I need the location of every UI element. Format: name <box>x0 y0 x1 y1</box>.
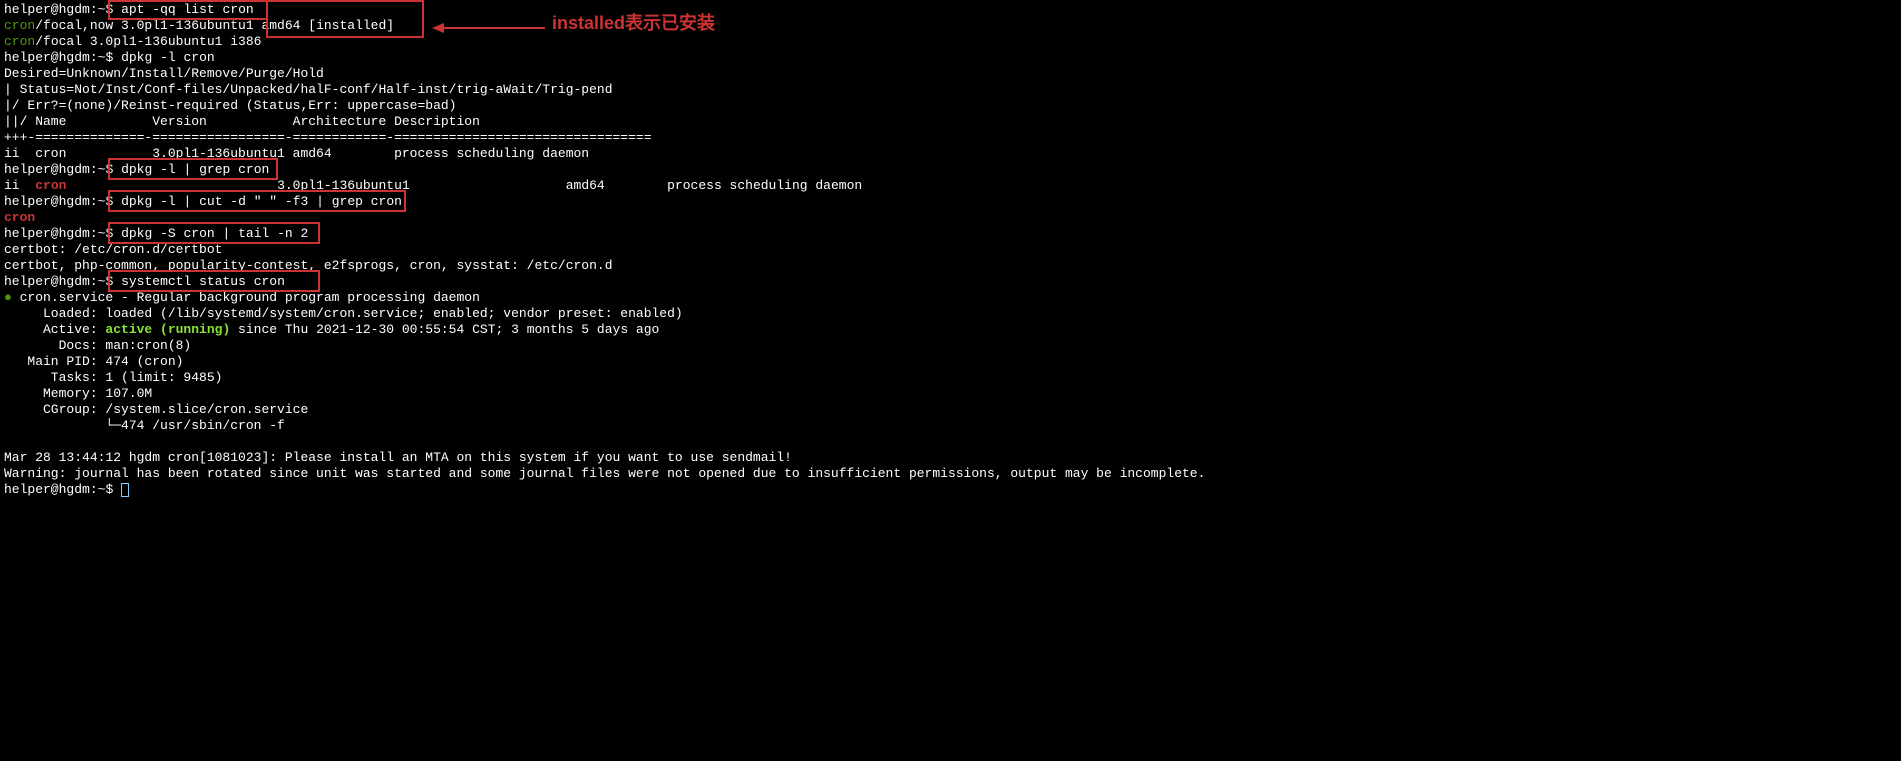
dpkg-header: +++-==============-=================-===… <box>4 130 1897 146</box>
service-cgroup: CGroup: /system.slice/cron.service <box>4 402 1897 418</box>
service-memory: Memory: 107.0M <box>4 386 1897 402</box>
dpkg-header: ||/ Name Version Architecture Descriptio… <box>4 114 1897 130</box>
service-header: ● cron.service - Regular background prog… <box>4 290 1897 306</box>
log-line: Mar 28 13:44:12 hgdm cron[1081023]: Plea… <box>4 450 1897 466</box>
cut-output: cron <box>4 210 1897 226</box>
cmd-dpkg-grep: dpkg -l | grep cron <box>121 162 269 177</box>
service-docs: Docs: man:cron(8) <box>4 338 1897 354</box>
apt-output-installed: cron/focal,now 3.0pl1-136ubuntu1 amd64 [… <box>4 18 1897 34</box>
prompt-userhost: helper@hgdm:~$ <box>4 162 113 177</box>
service-active: Active: active (running) since Thu 2021-… <box>4 322 1897 338</box>
prompt-userhost: helper@hgdm:~$ <box>4 274 113 289</box>
dpkg-S-output: certbot, php-common, popularity-contest,… <box>4 258 1897 274</box>
dpkg-header: |/ Err?=(none)/Reinst-required (Status,E… <box>4 98 1897 114</box>
cmd-dpkg-l-cron: dpkg -l cron <box>121 50 215 65</box>
dpkg-S-output: certbot: /etc/cron.d/certbot <box>4 242 1897 258</box>
cmd-systemctl: systemctl status cron <box>121 274 285 289</box>
cmd-dpkg-S: dpkg -S cron | tail -n 2 <box>121 226 308 241</box>
service-tree: └─474 /usr/sbin/cron -f <box>4 418 1897 434</box>
prompt-line[interactable]: helper@hgdm:~$ dpkg -l | cut -d " " -f3 … <box>4 194 1897 210</box>
cursor-icon <box>121 483 129 497</box>
prompt-line[interactable]: helper@hgdm:~$ systemctl status cron <box>4 274 1897 290</box>
prompt-line[interactable]: helper@hgdm:~$ dpkg -S cron | tail -n 2 <box>4 226 1897 242</box>
prompt-line[interactable]: helper@hgdm:~$ apt -qq list cron <box>4 2 1897 18</box>
cmd-dpkg-cut: dpkg -l | cut -d " " -f3 | grep cron <box>121 194 402 209</box>
service-tasks: Tasks: 1 (limit: 9485) <box>4 370 1897 386</box>
terminal-output: helper@hgdm:~$ apt -qq list cron cron/fo… <box>4 2 1897 498</box>
dpkg-grep-row: ii cron 3.0pl1-136ubuntu1 amd64 process … <box>4 178 1897 194</box>
blank-line <box>4 434 1897 450</box>
prompt-line[interactable]: helper@hgdm:~$ <box>4 482 1897 498</box>
prompt-userhost: helper@hgdm:~$ <box>4 50 113 65</box>
service-mainpid: Main PID: 474 (cron) <box>4 354 1897 370</box>
prompt-line[interactable]: helper@hgdm:~$ dpkg -l cron <box>4 50 1897 66</box>
prompt-userhost: helper@hgdm:~$ <box>4 2 113 17</box>
service-loaded: Loaded: loaded (/lib/systemd/system/cron… <box>4 306 1897 322</box>
apt-output-i386: cron/focal 3.0pl1-136ubuntu1 i386 <box>4 34 1897 50</box>
prompt-userhost: helper@hgdm:~$ <box>4 226 113 241</box>
dpkg-row: ii cron 3.0pl1-136ubuntu1 amd64 process … <box>4 146 1897 162</box>
warn-line: Warning: journal has been rotated since … <box>4 466 1897 482</box>
prompt-userhost: helper@hgdm:~$ <box>4 194 113 209</box>
dpkg-header: Desired=Unknown/Install/Remove/Purge/Hol… <box>4 66 1897 82</box>
prompt-userhost: helper@hgdm:~$ <box>4 482 113 497</box>
dpkg-header: | Status=Not/Inst/Conf-files/Unpacked/ha… <box>4 82 1897 98</box>
prompt-line[interactable]: helper@hgdm:~$ dpkg -l | grep cron <box>4 162 1897 178</box>
cmd-apt-list: apt -qq list cron <box>121 2 254 17</box>
